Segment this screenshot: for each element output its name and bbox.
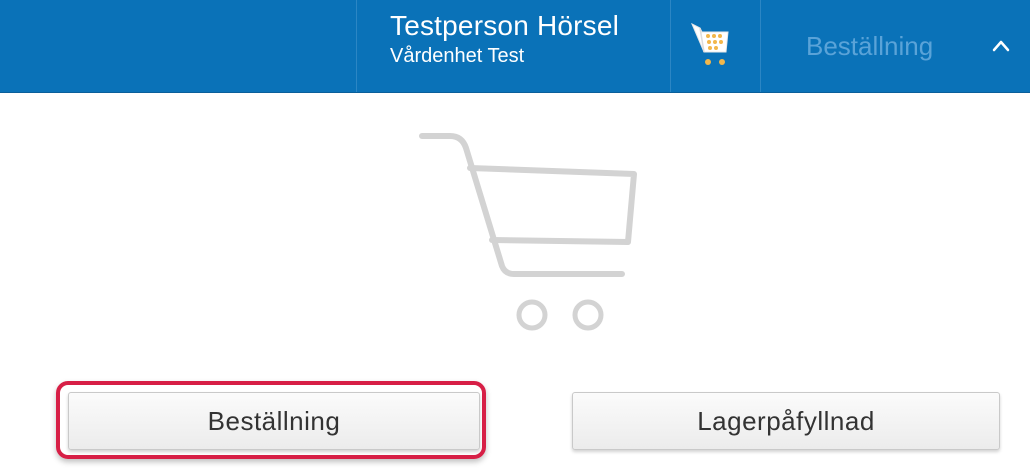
order-menu-label: Beställning xyxy=(806,30,934,61)
user-name: Testperson Hörsel xyxy=(390,10,620,41)
chevron-up-icon[interactable] xyxy=(986,30,1016,60)
topbar-divider xyxy=(356,0,357,92)
order-menu[interactable]: Beställning xyxy=(806,26,933,66)
top-navigation-bar: Testperson Hörsel Vårdenhet Test Beställ… xyxy=(0,0,1030,93)
topbar-divider xyxy=(670,0,671,92)
empty-cart-icon xyxy=(410,128,650,338)
user-info[interactable]: Testperson Hörsel Vårdenhet Test xyxy=(390,10,619,68)
order-button[interactable]: Beställning xyxy=(68,392,480,450)
care-unit-name: Vårdenhet Test xyxy=(390,45,525,67)
order-page: Testperson Hörsel Vårdenhet Test Beställ… xyxy=(0,0,1030,473)
topbar-divider xyxy=(760,0,761,92)
shopping-cart-icon[interactable] xyxy=(686,18,738,74)
restock-button[interactable]: Lagerpåfyllnad xyxy=(572,392,1000,450)
